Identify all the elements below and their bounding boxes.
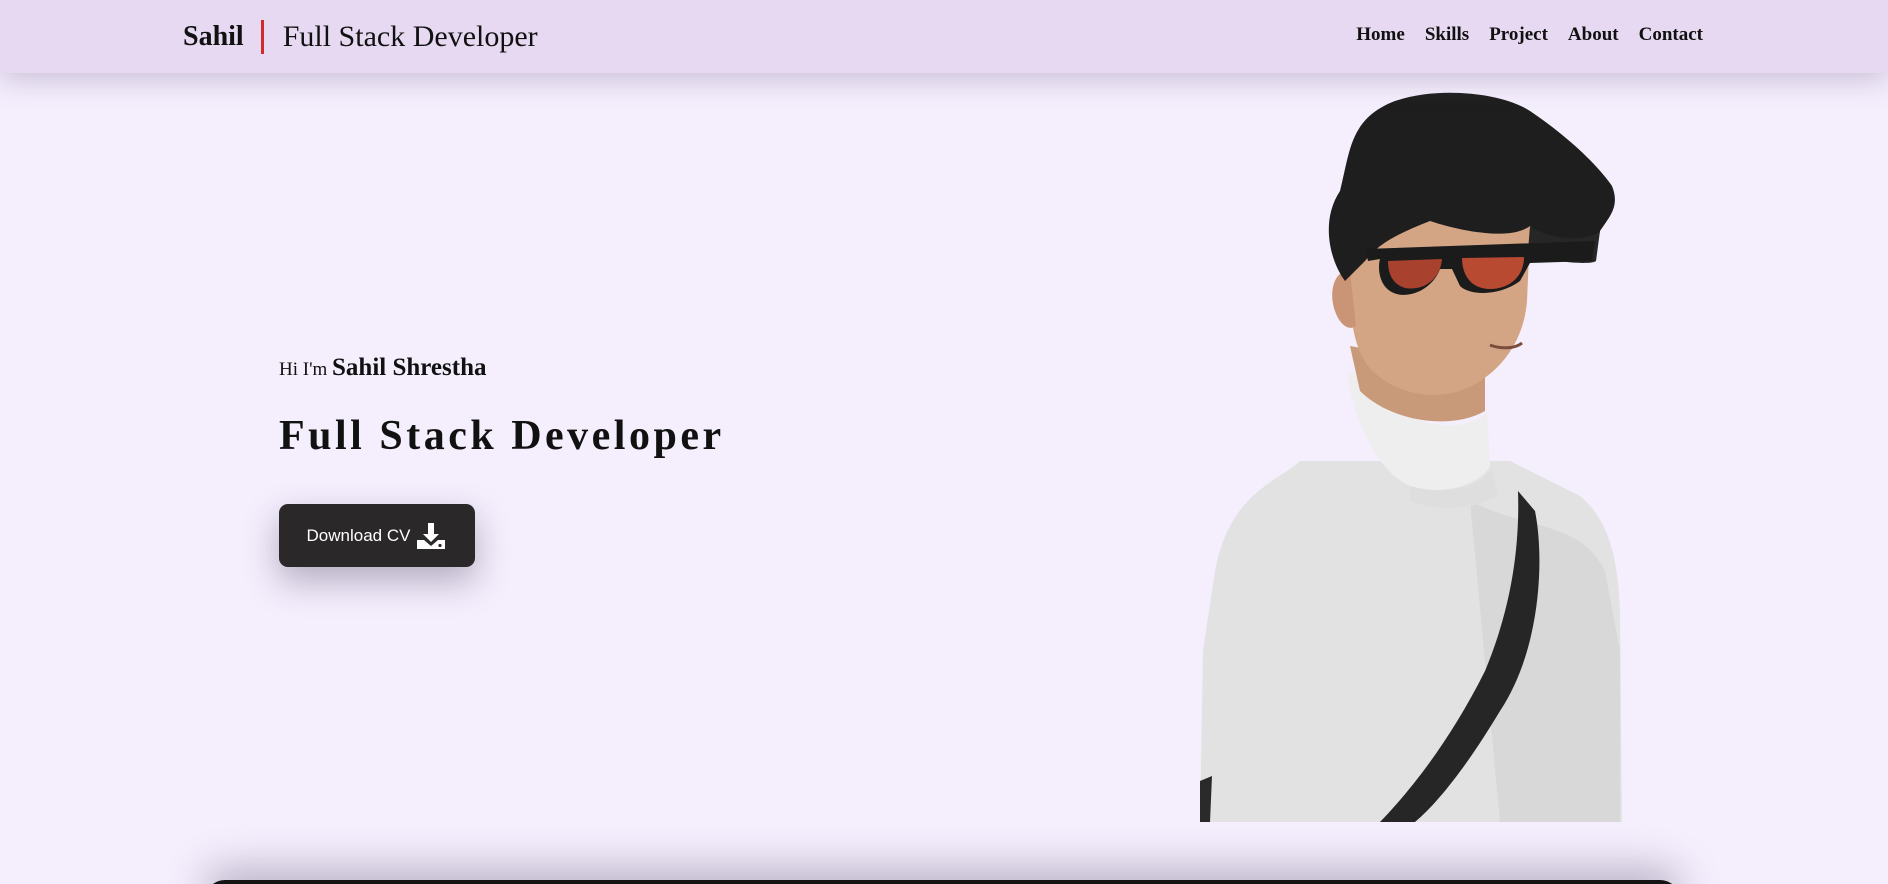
- hero-title: Full Stack Developer: [279, 413, 725, 459]
- download-cv-button[interactable]: Download CV: [279, 504, 475, 567]
- hero-intro: Hi I'm Sahil Shrestha Full Stack Develop…: [279, 354, 725, 460]
- nav-link-project[interactable]: Project: [1489, 24, 1548, 46]
- hero-greeting: Hi I'm Sahil Shrestha: [279, 354, 725, 382]
- brand-name: Sahil: [183, 21, 244, 52]
- next-section-edge: [205, 880, 1680, 884]
- greeting-prefix: Hi I'm: [279, 359, 328, 380]
- nav-link-contact[interactable]: Contact: [1639, 24, 1703, 46]
- brand-role: Full Stack Developer: [282, 20, 538, 53]
- navbar: Sahil Full Stack Developer Home Skills P…: [0, 0, 1888, 73]
- download-cv-label: Download CV: [306, 525, 411, 545]
- nav-link-about[interactable]: About: [1568, 24, 1619, 46]
- brand-divider: [260, 20, 264, 54]
- nav-link-skills[interactable]: Skills: [1425, 24, 1469, 46]
- hero-name: Sahil Shrestha: [332, 354, 487, 381]
- nav-menu: Home Skills Project About Contact: [1356, 24, 1703, 46]
- download-icon: [417, 522, 446, 549]
- brand[interactable]: Sahil Full Stack Developer: [183, 17, 538, 57]
- nav-link-home[interactable]: Home: [1356, 24, 1405, 46]
- profile-photo: [1200, 92, 1622, 822]
